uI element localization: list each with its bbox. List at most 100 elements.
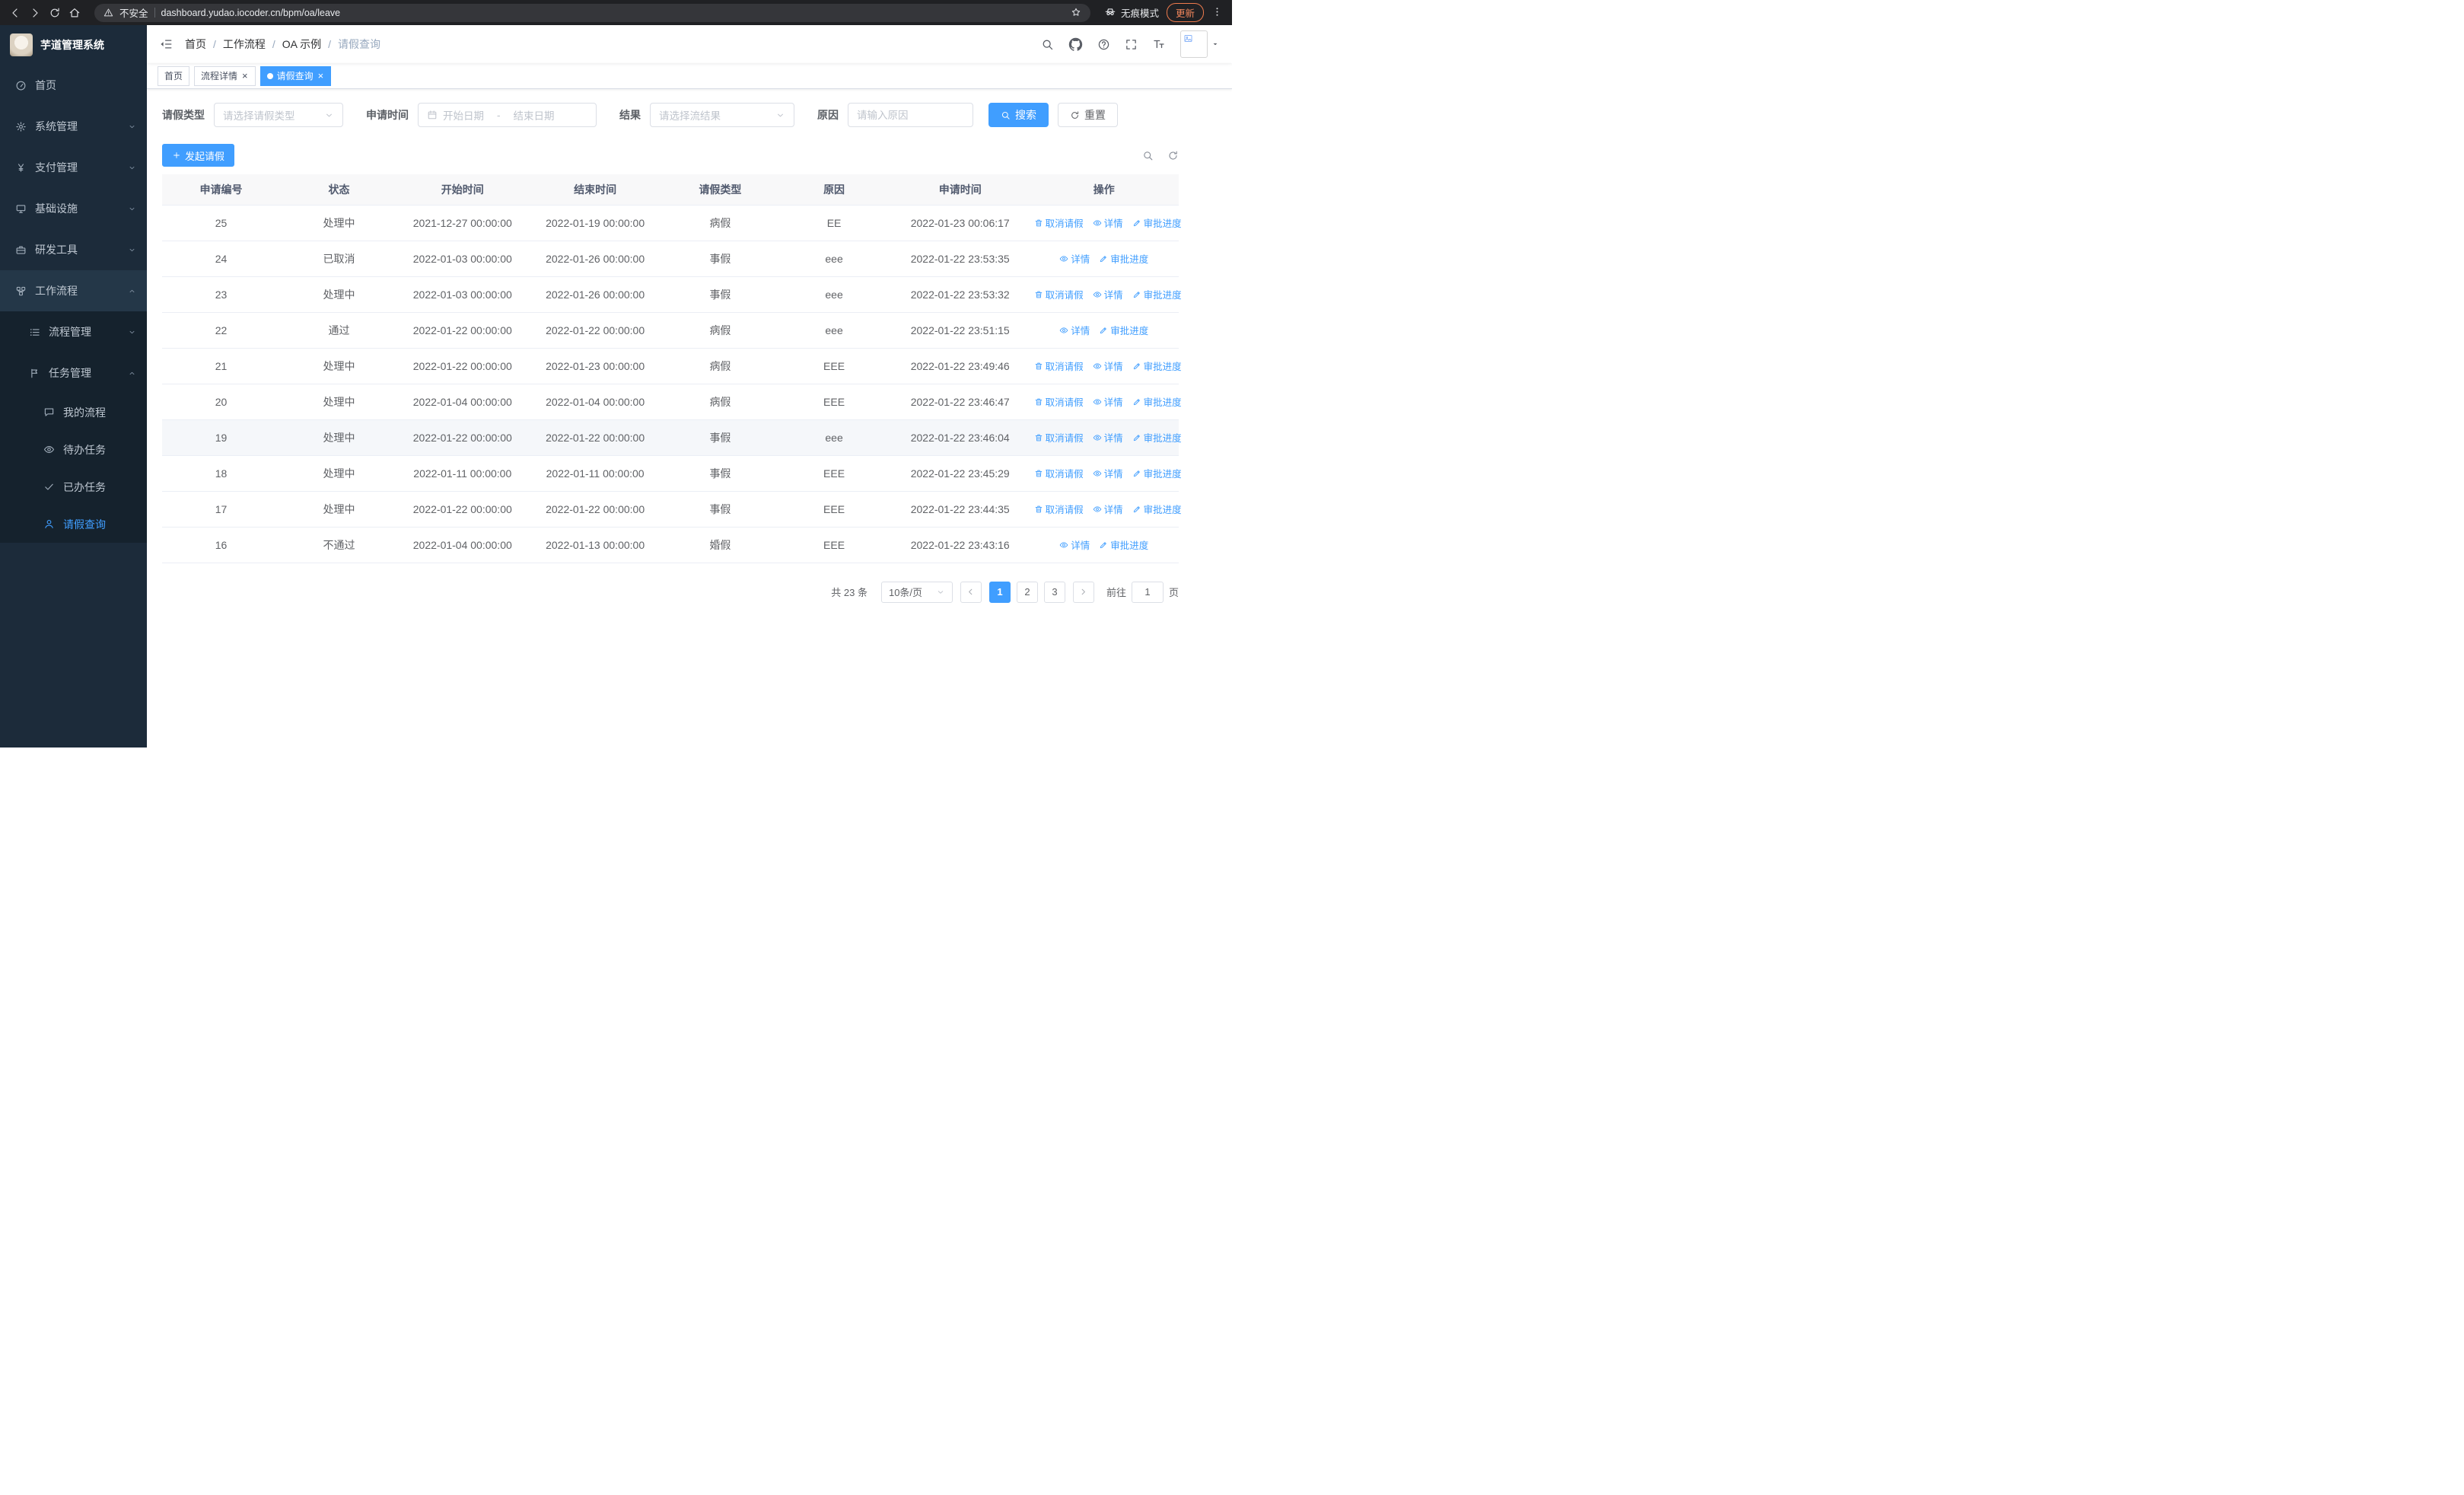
approval-progress-link[interactable]: 审批进度: [1132, 430, 1182, 445]
sidebar-item-leave-query[interactable]: 请假查询: [0, 505, 147, 543]
sidebar-item-infra[interactable]: 基础设施: [0, 188, 147, 229]
cancel-leave-link[interactable]: 取消请假: [1034, 394, 1084, 409]
screen: 不安全 dashboard.yudao.iocoder.cn/bpm/oa/le…: [0, 0, 1232, 748]
cancel-leave-link[interactable]: 取消请假: [1034, 287, 1084, 301]
detail-link[interactable]: 详情: [1093, 466, 1123, 480]
sidebar-item-label: 任务管理: [49, 367, 91, 379]
breadcrumb-item-workflow[interactable]: 工作流程: [223, 37, 266, 52]
sidebar-item-system[interactable]: 系统管理: [0, 106, 147, 147]
sidebar-item-devtools[interactable]: 研发工具: [0, 229, 147, 270]
browser-back-button[interactable]: [9, 7, 21, 19]
detail-link[interactable]: 详情: [1059, 537, 1090, 552]
cancel-leave-link[interactable]: 取消请假: [1034, 359, 1084, 373]
approval-progress-link[interactable]: 审批进度: [1099, 323, 1148, 337]
detail-link[interactable]: 详情: [1059, 251, 1090, 266]
browser-home-button[interactable]: [68, 7, 81, 19]
next-page-button[interactable]: [1072, 581, 1094, 603]
approval-progress-link[interactable]: 审批进度: [1132, 359, 1182, 373]
search-button[interactable]: 搜索: [988, 103, 1049, 127]
end-time-cell: 2022-01-13 00:00:00: [527, 527, 664, 563]
page-button-3[interactable]: 3: [1043, 581, 1065, 603]
breadcrumb-item-home[interactable]: 首页: [185, 37, 206, 52]
leave-type-cell: 事假: [663, 491, 778, 528]
url-text: dashboard.yudao.iocoder.cn/bpm/oa/leave: [161, 7, 341, 18]
end-time-cell: 2022-01-26 00:00:00: [527, 241, 664, 277]
yen-icon: [15, 162, 27, 174]
status-cell: 处理中: [279, 348, 398, 384]
sidebar-item-payment[interactable]: 支付管理: [0, 147, 147, 188]
detail-link[interactable]: 详情: [1093, 287, 1123, 301]
approval-progress-link[interactable]: 审批进度: [1132, 466, 1182, 480]
leave-type-cell: 病假: [663, 348, 778, 384]
apply-time-cell: 2022-01-22 23:44:35: [890, 491, 1030, 528]
page-size-label: 10条/页: [888, 587, 923, 598]
browser-menu-icon[interactable]: [1211, 6, 1223, 19]
sidebar-item-my-process[interactable]: 我的流程: [0, 394, 147, 431]
approval-progress-link[interactable]: 审批进度: [1099, 251, 1148, 266]
create-leave-button[interactable]: 发起请假: [162, 144, 235, 167]
reset-button[interactable]: 重置: [1058, 103, 1118, 127]
app-logo[interactable]: 芋道管理系统: [0, 25, 147, 65]
update-button[interactable]: 更新: [1166, 3, 1204, 22]
reason-cell: eee: [777, 276, 891, 313]
page-button-2[interactable]: 2: [1016, 581, 1038, 603]
result-select[interactable]: 请选择流结果: [650, 103, 794, 127]
detail-link[interactable]: 详情: [1093, 359, 1123, 373]
detail-link[interactable]: 详情: [1059, 323, 1090, 337]
detail-link[interactable]: 详情: [1093, 502, 1123, 516]
sidebar-item-done-tasks[interactable]: 已办任务: [0, 468, 147, 505]
detail-link[interactable]: 详情: [1093, 215, 1123, 230]
browser-reload-button[interactable]: [49, 7, 61, 19]
approval-progress-link[interactable]: 审批进度: [1132, 287, 1182, 301]
approval-progress-link[interactable]: 审批进度: [1099, 537, 1148, 552]
sidebar-toggle-button[interactable]: [159, 37, 173, 51]
end-time-cell: 2022-01-22 00:00:00: [527, 491, 664, 528]
goto-page-input[interactable]: [1131, 581, 1164, 603]
sidebar-item-todo-tasks[interactable]: 待办任务: [0, 431, 147, 468]
tab-label: 首页: [164, 71, 183, 81]
tab-leave-query[interactable]: 请假查询 ×: [259, 65, 332, 86]
sidebar-item-process-mgmt[interactable]: 流程管理: [0, 311, 147, 352]
font-size-icon[interactable]: [1152, 37, 1166, 51]
page-size-select[interactable]: 10条/页: [880, 581, 953, 603]
table-row: 18 处理中 2022-01-11 00:00:00 2022-01-11 00:00…: [162, 455, 1182, 492]
refresh-table-icon[interactable]: [1167, 150, 1179, 161]
incognito-icon: [1104, 5, 1116, 20]
cancel-leave-link[interactable]: 取消请假: [1034, 215, 1084, 230]
edit-icon: [1132, 433, 1141, 442]
bookmark-star-icon[interactable]: [1071, 7, 1081, 19]
approval-progress-link[interactable]: 审批进度: [1132, 394, 1182, 409]
browser-forward-button[interactable]: [29, 7, 41, 19]
cancel-leave-link[interactable]: 取消请假: [1034, 502, 1084, 516]
detail-link[interactable]: 详情: [1093, 430, 1123, 445]
incognito-label: 无痕模式: [1120, 8, 1159, 19]
reason-input[interactable]: [848, 103, 973, 127]
apply-time-range-picker[interactable]: 开始日期 - 结束日期: [418, 103, 597, 127]
leave-type-select[interactable]: 请选择请假类型: [214, 103, 343, 127]
fullscreen-icon[interactable]: [1125, 38, 1138, 51]
user-menu[interactable]: [1180, 30, 1220, 58]
cancel-leave-link[interactable]: 取消请假: [1034, 466, 1084, 480]
sidebar-item-workflow[interactable]: 工作流程: [0, 270, 147, 311]
table-row: 19 处理中 2022-01-22 00:00:00 2022-01-22 00:00…: [162, 419, 1182, 456]
toggle-search-icon[interactable]: [1142, 150, 1154, 161]
cancel-leave-link[interactable]: 取消请假: [1034, 430, 1084, 445]
address-bar[interactable]: 不安全 dashboard.yudao.iocoder.cn/bpm/oa/le…: [94, 3, 1090, 22]
column-header: 状态: [279, 174, 398, 206]
close-icon[interactable]: ×: [241, 71, 249, 81]
tab-home[interactable]: 首页: [158, 65, 190, 86]
page-button-1[interactable]: 1: [988, 581, 1011, 603]
detail-link[interactable]: 详情: [1093, 394, 1123, 409]
sidebar-item-task-mgmt[interactable]: 任务管理: [0, 352, 147, 394]
tab-process-detail[interactable]: 流程详情 ×: [194, 65, 256, 86]
header-search-icon[interactable]: [1041, 38, 1054, 51]
sidebar-item-home[interactable]: 首页: [0, 65, 147, 106]
help-icon[interactable]: [1097, 38, 1110, 51]
prev-page-button[interactable]: [960, 581, 982, 603]
breadcrumb-item-oa-example[interactable]: OA 示例: [282, 37, 321, 52]
approval-progress-link[interactable]: 审批进度: [1132, 215, 1182, 230]
table-header-row: 申请编号 状态 开始时间 结束时间 请假类型 原因 申请时间 操作: [162, 174, 1179, 206]
approval-progress-link[interactable]: 审批进度: [1132, 502, 1182, 516]
github-icon[interactable]: [1068, 37, 1083, 52]
close-icon[interactable]: ×: [317, 71, 325, 81]
